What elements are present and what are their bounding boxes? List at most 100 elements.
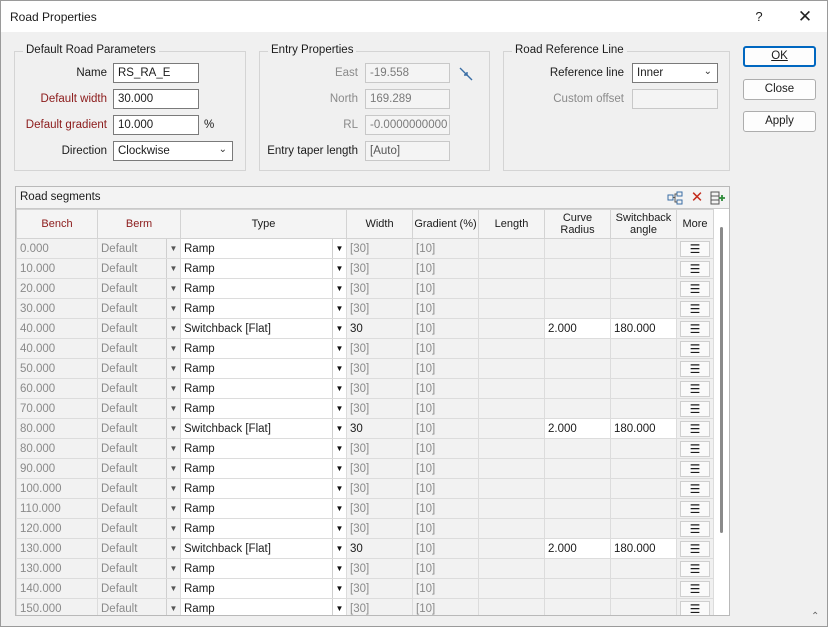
- switchback-angle-cell[interactable]: [610, 458, 677, 479]
- column-header-type[interactable]: Type: [180, 209, 347, 239]
- bench-cell[interactable]: 10.000: [16, 258, 98, 279]
- switchback-angle-cell[interactable]: [610, 578, 677, 599]
- switchback-angle-cell[interactable]: [610, 598, 677, 615]
- custom-offset-field[interactable]: [632, 89, 718, 109]
- length-cell[interactable]: [478, 518, 545, 539]
- chevron-down-icon[interactable]: ▼: [166, 499, 180, 518]
- length-cell[interactable]: [478, 378, 545, 399]
- gradient-cell[interactable]: [10]: [412, 318, 479, 339]
- chevron-down-icon[interactable]: ▼: [332, 279, 346, 298]
- table-row[interactable]: 60.000 Default ▼ Ramp ▼ [30] [10] ☰: [16, 378, 714, 399]
- berm-cell[interactable]: Default ▼: [97, 578, 181, 599]
- gradient-cell[interactable]: [10]: [412, 538, 479, 559]
- east-field[interactable]: -19.558: [365, 63, 450, 83]
- type-cell[interactable]: Ramp ▼: [180, 338, 347, 359]
- type-cell[interactable]: Ramp ▼: [180, 518, 347, 539]
- gradient-cell[interactable]: [10]: [412, 518, 479, 539]
- switchback-angle-cell[interactable]: 180.000: [610, 318, 677, 339]
- length-cell[interactable]: [478, 358, 545, 379]
- gradient-cell[interactable]: [10]: [412, 398, 479, 419]
- length-cell[interactable]: [478, 478, 545, 499]
- column-header-more[interactable]: More: [676, 209, 714, 239]
- column-header-length[interactable]: Length: [478, 209, 545, 239]
- vertical-scrollbar[interactable]: [717, 221, 725, 611]
- gradient-cell[interactable]: [10]: [412, 438, 479, 459]
- entry-taper-length-field[interactable]: [Auto]: [365, 141, 450, 161]
- chevron-down-icon[interactable]: ▼: [166, 559, 180, 578]
- column-header-gradient[interactable]: Gradient (%): [412, 209, 479, 239]
- curve-radius-cell[interactable]: [544, 438, 611, 459]
- close-icon[interactable]: ✕: [784, 1, 826, 32]
- switchback-angle-cell[interactable]: [610, 438, 677, 459]
- length-cell[interactable]: [478, 278, 545, 299]
- length-cell[interactable]: [478, 558, 545, 579]
- length-cell[interactable]: [478, 438, 545, 459]
- gradient-cell[interactable]: [10]: [412, 578, 479, 599]
- type-cell[interactable]: Ramp ▼: [180, 498, 347, 519]
- gradient-cell[interactable]: [10]: [412, 358, 479, 379]
- chevron-down-icon[interactable]: ▼: [332, 299, 346, 318]
- switchback-angle-cell[interactable]: [610, 298, 677, 319]
- menu-icon[interactable]: ☰: [680, 601, 710, 615]
- chevron-down-icon[interactable]: ▼: [166, 399, 180, 418]
- width-cell[interactable]: [30]: [346, 258, 413, 279]
- type-cell[interactable]: Ramp ▼: [180, 398, 347, 419]
- table-row[interactable]: 110.000 Default ▼ Ramp ▼ [30] [10] ☰: [16, 498, 714, 519]
- chevron-down-icon[interactable]: ▼: [166, 299, 180, 318]
- length-cell[interactable]: [478, 258, 545, 279]
- berm-cell[interactable]: Default ▼: [97, 378, 181, 399]
- table-row[interactable]: 50.000 Default ▼ Ramp ▼ [30] [10] ☰: [16, 358, 714, 379]
- width-cell[interactable]: [30]: [346, 578, 413, 599]
- type-cell[interactable]: Ramp ▼: [180, 438, 347, 459]
- gradient-cell[interactable]: [10]: [412, 338, 479, 359]
- curve-radius-cell[interactable]: [544, 298, 611, 319]
- chevron-down-icon[interactable]: ▼: [332, 339, 346, 358]
- switchback-angle-cell[interactable]: [610, 278, 677, 299]
- switchback-angle-cell[interactable]: [610, 358, 677, 379]
- table-row[interactable]: 80.000 Default ▼ Switchback [Flat] ▼ 30 [10] 2.…: [16, 418, 714, 439]
- menu-icon[interactable]: ☰: [680, 261, 710, 277]
- menu-icon[interactable]: ☰: [680, 561, 710, 577]
- bench-cell[interactable]: 120.000: [16, 518, 98, 539]
- menu-icon[interactable]: ☰: [680, 281, 710, 297]
- switchback-angle-cell[interactable]: [610, 518, 677, 539]
- chevron-down-icon[interactable]: ▼: [332, 499, 346, 518]
- length-cell[interactable]: [478, 298, 545, 319]
- table-row[interactable]: 40.000 Default ▼ Switchback [Flat] ▼ 30 [10] 2.…: [16, 318, 714, 339]
- column-header-bench[interactable]: Bench: [16, 209, 98, 239]
- table-row[interactable]: 100.000 Default ▼ Ramp ▼ [30] [10] ☰: [16, 478, 714, 499]
- length-cell[interactable]: [478, 598, 545, 615]
- gradient-cell[interactable]: [10]: [412, 418, 479, 439]
- bench-cell[interactable]: 50.000: [16, 358, 98, 379]
- type-cell[interactable]: Ramp ▼: [180, 558, 347, 579]
- berm-cell[interactable]: Default ▼: [97, 538, 181, 559]
- curve-radius-cell[interactable]: [544, 258, 611, 279]
- gradient-cell[interactable]: [10]: [412, 238, 479, 259]
- length-cell[interactable]: [478, 578, 545, 599]
- curve-radius-cell[interactable]: [544, 358, 611, 379]
- berm-cell[interactable]: Default ▼: [97, 358, 181, 379]
- berm-cell[interactable]: Default ▼: [97, 298, 181, 319]
- switchback-angle-cell[interactable]: [610, 378, 677, 399]
- chevron-down-icon[interactable]: ▼: [332, 359, 346, 378]
- table-row[interactable]: 20.000 Default ▼ Ramp ▼ [30] [10] ☰: [16, 278, 714, 299]
- curve-radius-cell[interactable]: 2.000: [544, 538, 611, 559]
- chevron-down-icon[interactable]: ▼: [166, 379, 180, 398]
- curve-radius-cell[interactable]: [544, 458, 611, 479]
- length-cell[interactable]: [478, 238, 545, 259]
- table-row[interactable]: 120.000 Default ▼ Ramp ▼ [30] [10] ☰: [16, 518, 714, 539]
- chevron-down-icon[interactable]: ▼: [332, 259, 346, 278]
- curve-radius-cell[interactable]: [544, 398, 611, 419]
- width-cell[interactable]: [30]: [346, 278, 413, 299]
- switchback-angle-cell[interactable]: [610, 338, 677, 359]
- berm-cell[interactable]: Default ▼: [97, 458, 181, 479]
- berm-cell[interactable]: Default ▼: [97, 318, 181, 339]
- tree-structure-icon[interactable]: [667, 190, 683, 206]
- direction-select[interactable]: Clockwise ⌄: [113, 141, 233, 161]
- bench-cell[interactable]: 70.000: [16, 398, 98, 419]
- berm-cell[interactable]: Default ▼: [97, 278, 181, 299]
- menu-icon[interactable]: ☰: [680, 301, 710, 317]
- table-row[interactable]: 140.000 Default ▼ Ramp ▼ [30] [10] ☰: [16, 578, 714, 599]
- length-cell[interactable]: [478, 398, 545, 419]
- chevron-down-icon[interactable]: ▼: [332, 479, 346, 498]
